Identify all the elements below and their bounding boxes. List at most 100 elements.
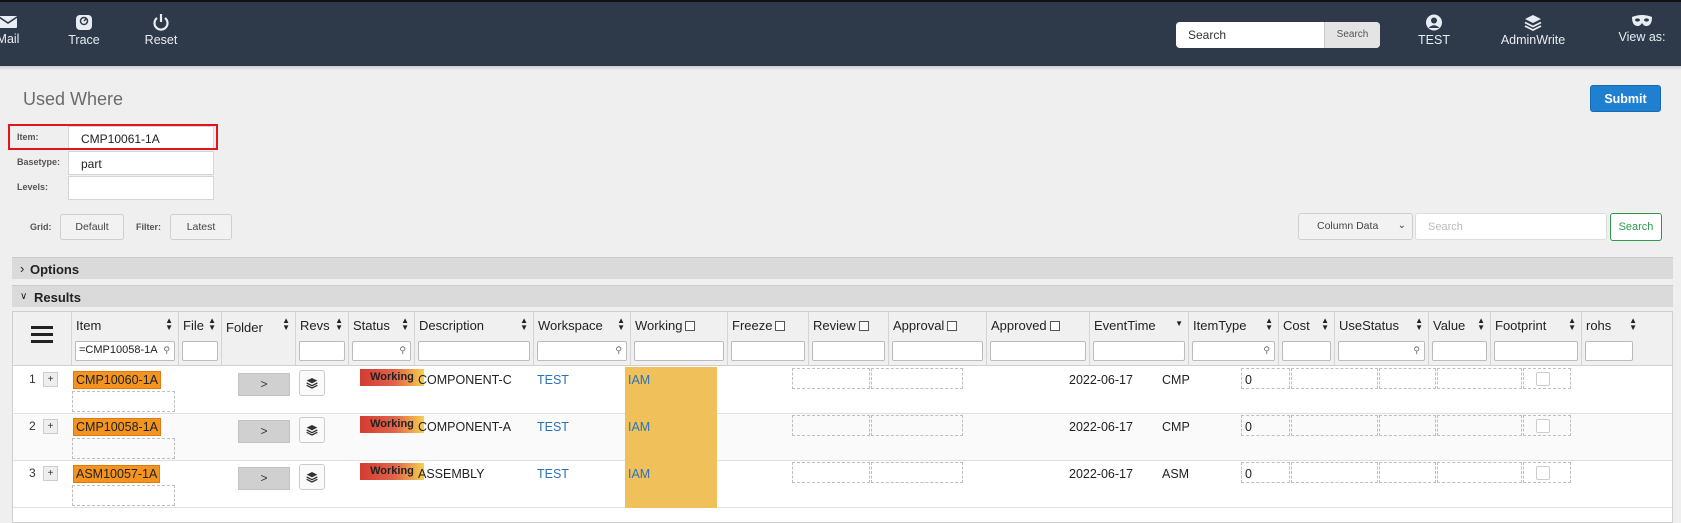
grid-menu-header[interactable] bbox=[13, 312, 72, 366]
working-filter-input[interactable] bbox=[634, 341, 724, 361]
results-panel-header[interactable]: ∨ Results bbox=[12, 285, 1673, 307]
footprint-cell[interactable] bbox=[1437, 368, 1522, 389]
file-cell[interactable] bbox=[72, 438, 175, 459]
col-folder[interactable]: Folder ▲ ▼ bbox=[222, 312, 296, 366]
grid-search-input[interactable]: Search bbox=[1415, 213, 1607, 240]
grid-search-button[interactable]: Search bbox=[1610, 213, 1662, 241]
nav-reset[interactable]: Reset bbox=[139, 14, 183, 47]
approval-header-checkbox[interactable] bbox=[947, 321, 958, 331]
cost-filter-input[interactable] bbox=[1282, 341, 1331, 361]
review-header-checkbox[interactable] bbox=[858, 321, 869, 331]
col-usestatus[interactable]: UseStatus ▲ ▼ ⚲ bbox=[1335, 312, 1429, 366]
footprint-filter-input[interactable] bbox=[1494, 341, 1578, 361]
col-status[interactable]: Status ▲ ▼ ⚲ bbox=[349, 312, 415, 366]
file-cell[interactable] bbox=[72, 485, 175, 506]
working-link[interactable]: IAM bbox=[628, 467, 650, 481]
workspace-link[interactable]: TEST bbox=[537, 420, 569, 434]
value-cell[interactable] bbox=[1379, 462, 1436, 483]
nav-view-as[interactable]: View as: bbox=[1612, 14, 1672, 44]
eventtime-filter-input[interactable] bbox=[1093, 341, 1185, 361]
submit-button[interactable]: Submit bbox=[1590, 85, 1661, 112]
value-cell[interactable] bbox=[1379, 415, 1436, 436]
revs-button[interactable] bbox=[299, 417, 325, 443]
expand-row-button[interactable]: + bbox=[43, 419, 58, 434]
revs-button[interactable] bbox=[299, 370, 325, 396]
review-cell[interactable] bbox=[792, 368, 870, 389]
nav-search-input[interactable] bbox=[1176, 22, 1324, 48]
usestatus-cell[interactable] bbox=[1291, 415, 1378, 436]
description-filter-input[interactable] bbox=[418, 341, 530, 361]
working-header-checkbox[interactable] bbox=[685, 321, 696, 331]
nav-adminwrite[interactable]: AdminWrite bbox=[1498, 14, 1568, 47]
nav-search-button[interactable]: Search bbox=[1324, 22, 1380, 48]
col-item[interactable]: Item ▲ ▼ =CMP10058-1A ⚲ bbox=[72, 312, 179, 366]
col-value[interactable]: Value ▲ ▼ bbox=[1429, 312, 1491, 366]
item-link[interactable]: CMP10058-1A bbox=[73, 418, 161, 436]
col-approval[interactable]: Approval bbox=[889, 312, 987, 366]
approved-header-checkbox[interactable] bbox=[1049, 321, 1060, 331]
basetype-input[interactable]: part bbox=[68, 151, 214, 175]
value-cell[interactable] bbox=[1379, 368, 1436, 389]
value-filter-input[interactable] bbox=[1432, 341, 1487, 361]
col-eventtime[interactable]: EventTime ▼ bbox=[1090, 312, 1189, 366]
workspace-link[interactable]: TEST bbox=[537, 467, 569, 481]
col-workspace[interactable]: Workspace ▲ ▼ ⚲ bbox=[534, 312, 631, 366]
grid-select[interactable]: Default bbox=[60, 214, 124, 240]
review-cell[interactable] bbox=[792, 415, 870, 436]
col-rohs[interactable]: rohs ▲ ▼ bbox=[1582, 312, 1672, 366]
review-filter-input[interactable] bbox=[812, 341, 885, 361]
freeze-filter-input[interactable] bbox=[731, 341, 805, 361]
col-approved[interactable]: Approved bbox=[987, 312, 1090, 366]
usestatus-cell[interactable] bbox=[1291, 462, 1378, 483]
approved-filter-input[interactable] bbox=[990, 341, 1086, 361]
workspace-filter-input[interactable]: ⚲ bbox=[537, 341, 627, 361]
revs-button[interactable] bbox=[299, 464, 325, 490]
footprint-cell[interactable] bbox=[1437, 462, 1522, 483]
folder-button[interactable]: > bbox=[238, 420, 290, 443]
expand-row-button[interactable]: + bbox=[43, 466, 58, 481]
item-filter-input[interactable]: =CMP10058-1A ⚲ bbox=[75, 341, 175, 361]
options-panel-header[interactable]: › Options bbox=[12, 257, 1673, 279]
freeze-header-checkbox[interactable] bbox=[775, 321, 786, 331]
itemtype-filter-input[interactable]: ⚲ bbox=[1192, 341, 1275, 361]
col-freeze[interactable]: Freeze bbox=[728, 312, 809, 366]
rohs-checkbox[interactable] bbox=[1536, 372, 1550, 386]
nav-user[interactable]: TEST bbox=[1412, 14, 1456, 47]
item-link[interactable]: ASM10057-1A bbox=[73, 465, 161, 483]
item-link[interactable]: CMP10060-1A bbox=[73, 371, 161, 389]
workspace-link[interactable]: TEST bbox=[537, 373, 569, 387]
expand-row-button[interactable]: + bbox=[43, 372, 58, 387]
levels-input[interactable] bbox=[68, 176, 214, 200]
folder-button[interactable]: > bbox=[238, 373, 290, 396]
filter-select[interactable]: Latest bbox=[170, 214, 232, 240]
nav-trace[interactable]: Trace bbox=[62, 14, 106, 47]
col-revs[interactable]: Revs ▲ ▼ bbox=[296, 312, 349, 366]
col-itemtype[interactable]: ItemType ▲ ▼ ⚲ bbox=[1189, 312, 1279, 366]
rohs-checkbox[interactable] bbox=[1536, 466, 1550, 480]
review-cell[interactable] bbox=[792, 462, 870, 483]
working-link[interactable]: IAM bbox=[628, 373, 650, 387]
approval-cell[interactable] bbox=[871, 415, 963, 436]
col-description[interactable]: Description ▲ ▼ bbox=[415, 312, 534, 366]
usestatus-filter-input[interactable]: ⚲ bbox=[1338, 341, 1425, 361]
folder-button[interactable]: > bbox=[238, 467, 290, 490]
approval-cell[interactable] bbox=[871, 368, 963, 389]
working-link[interactable]: IAM bbox=[628, 420, 650, 434]
rohs-checkbox[interactable] bbox=[1536, 419, 1550, 433]
col-footprint[interactable]: Footprint ▲ ▼ bbox=[1491, 312, 1582, 366]
column-data-select[interactable]: Column Data ⌄ bbox=[1298, 213, 1413, 240]
status-filter-input[interactable]: ⚲ bbox=[352, 341, 411, 361]
nav-mail[interactable]: Mail bbox=[0, 14, 30, 46]
footprint-cell[interactable] bbox=[1437, 415, 1522, 436]
col-working[interactable]: Working bbox=[631, 312, 728, 366]
col-cost[interactable]: Cost ▲ ▼ bbox=[1279, 312, 1335, 366]
col-review[interactable]: Review bbox=[809, 312, 889, 366]
file-filter-input[interactable] bbox=[182, 341, 218, 361]
approval-filter-input[interactable] bbox=[892, 341, 983, 361]
file-cell[interactable] bbox=[72, 391, 175, 412]
revs-filter-input[interactable] bbox=[299, 341, 345, 361]
rohs-filter-input[interactable] bbox=[1585, 341, 1633, 361]
approval-cell[interactable] bbox=[871, 462, 963, 483]
col-file[interactable]: File ▲ ▼ bbox=[179, 312, 222, 366]
usestatus-cell[interactable] bbox=[1291, 368, 1378, 389]
